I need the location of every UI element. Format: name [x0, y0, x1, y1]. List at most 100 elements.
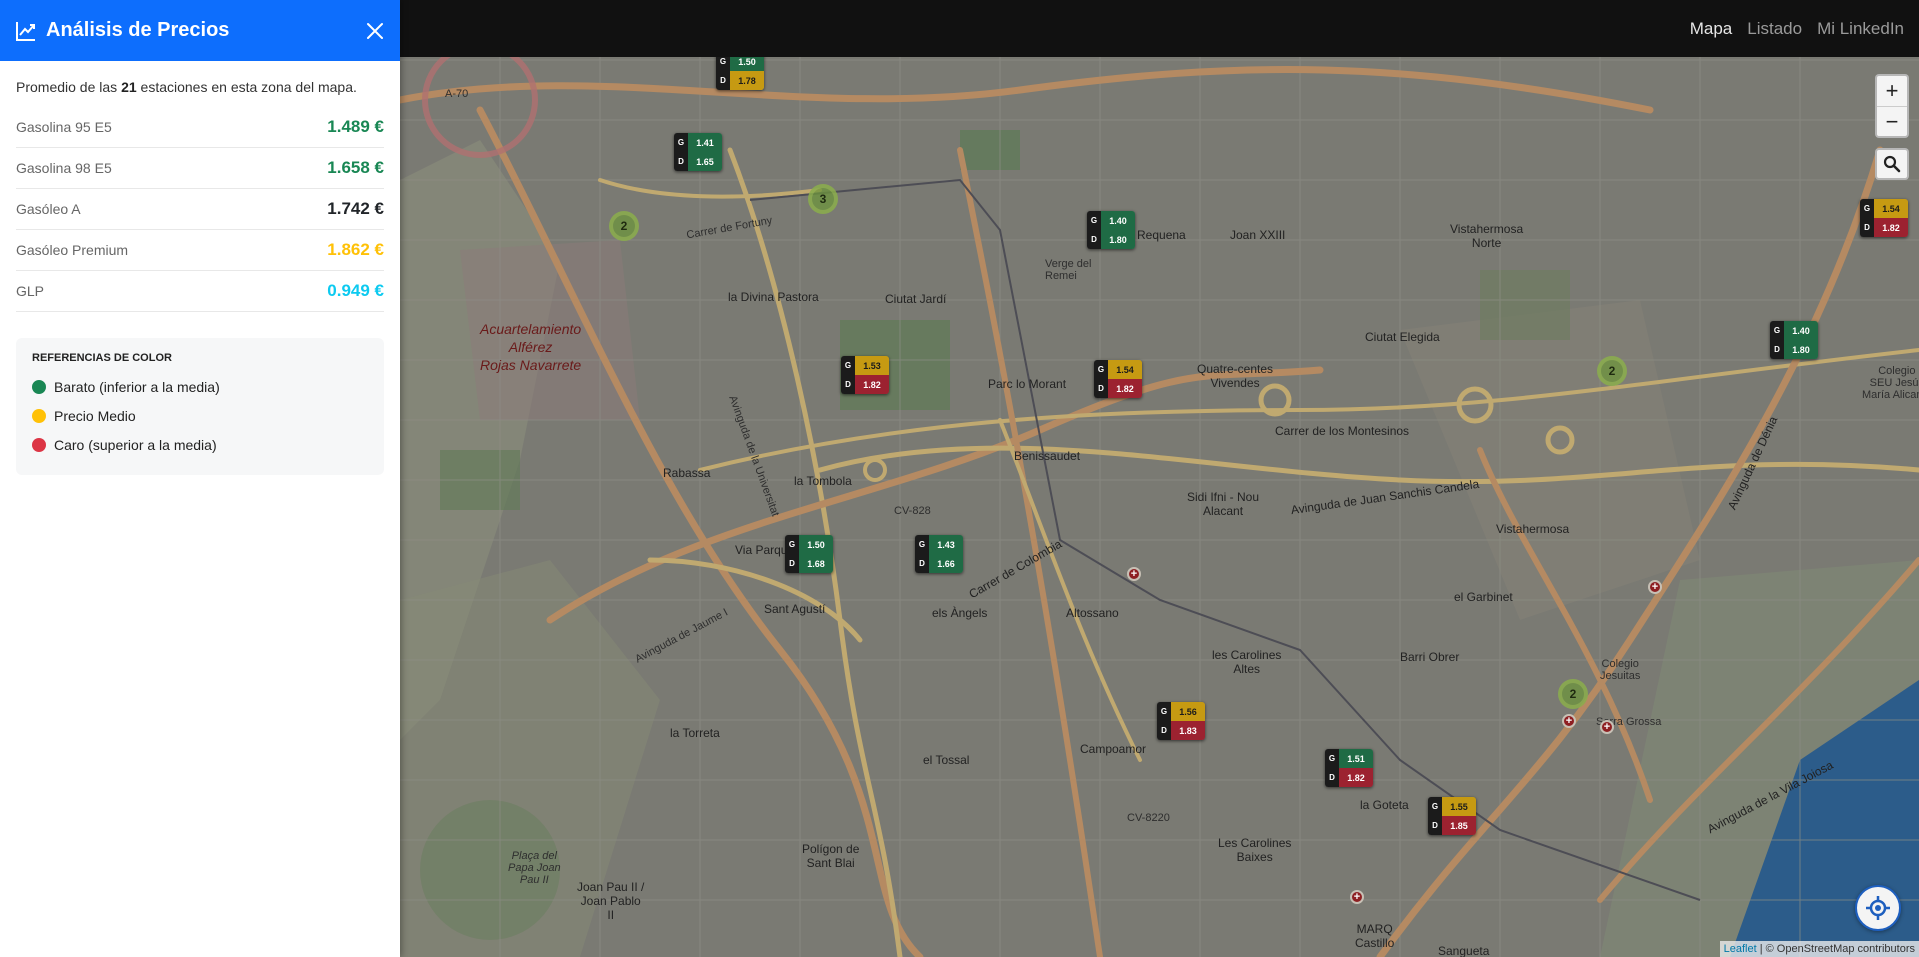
fuel-name: Gasóleo A [16, 201, 81, 217]
map-label: Verge del Remei [1045, 258, 1092, 282]
locate-icon [1866, 896, 1890, 920]
map-label: Acuartelamiento Alférez Rojas Navarrete [480, 321, 582, 373]
app: Acuartelamiento Alférez Rojas Navarrete … [0, 0, 1919, 957]
cluster-marker[interactable]: 3 [808, 184, 838, 214]
fuel-row: Gasóleo Premium 1.862 € [16, 230, 384, 271]
station-marker[interactable]: G 1.50 D 1.68 [785, 535, 833, 573]
fuel-row: Gasolina 98 E5 1.658 € [16, 148, 384, 189]
station-marker[interactable]: G 1.53 D 1.82 [841, 356, 889, 394]
map-attribution: Leaflet | © OpenStreetMap contributors [1719, 941, 1919, 957]
cluster-marker[interactable]: 2 [609, 211, 639, 241]
station-marker[interactable]: G 1.54 D 1.82 [1094, 360, 1142, 398]
station-marker[interactable]: G 1.43 D 1.66 [915, 535, 963, 573]
map-label: Joan XXIII [1230, 228, 1286, 242]
station-marker[interactable]: G 1.55 D 1.85 [1428, 797, 1476, 835]
fuel-row: Gasóleo A 1.742 € [16, 189, 384, 230]
pharmacy-icon[interactable]: + [1648, 580, 1662, 594]
fuel-price: 1.658 € [327, 158, 384, 177]
legend-label: Caro (superior a la media) [54, 436, 217, 453]
fuel-row: GLP 0.949 € [16, 271, 384, 312]
map-label: Les Carolines Baixes [1218, 836, 1292, 864]
legend-item: Caro (superior a la media) [32, 430, 368, 459]
station-marker[interactable]: G 1.41 D 1.65 [674, 133, 722, 171]
close-icon [367, 22, 383, 39]
map-label: Sangueta [1438, 944, 1490, 957]
color-legend: REFERENCIAS DE COLOR Barato (inferior a … [16, 338, 384, 475]
map-label: Rabassa [663, 466, 711, 480]
search-icon [1883, 155, 1901, 173]
legend-dot [32, 408, 46, 423]
fuel-price: 1.489 € [327, 117, 384, 136]
map-label: la Torreta [670, 726, 720, 740]
locate-button[interactable] [1855, 885, 1901, 931]
map-label: Vistahermosa Norte [1450, 222, 1524, 250]
cluster-marker[interactable]: 2 [1597, 356, 1627, 386]
station-marker[interactable]: G 1.56 D 1.83 [1157, 702, 1205, 740]
fuel-name: Gasóleo Premium [16, 242, 129, 258]
pharmacy-icon[interactable]: + [1350, 890, 1364, 904]
legend-label: Precio Medio [54, 407, 136, 424]
map-label: els Àngels [932, 606, 988, 620]
map-label: Campoamor [1080, 742, 1147, 756]
map-label: el Garbinet [1454, 590, 1513, 604]
map-label: Carrer de los Montesinos [1275, 424, 1410, 438]
pharmacy-icon[interactable]: + [1127, 567, 1141, 581]
map-label: la Tombola [794, 474, 852, 488]
map-label: Sidi Ifni - Nou Alacant [1187, 490, 1260, 518]
nav-link-linkedin[interactable]: Mi LinkedIn [1817, 19, 1904, 39]
chart-line-icon [16, 21, 35, 41]
fuel-price-list: Gasolina 95 E5 1.489 € Gasolina 98 E5 1.… [0, 107, 400, 312]
map-label: Polígon de Sant Blai [802, 842, 860, 870]
map-label: CV-828 [894, 505, 931, 517]
zoom-in-button[interactable]: + [1877, 76, 1907, 106]
price-analysis-panel: Análisis de Precios Promedio de las 21 e… [0, 0, 400, 957]
close-button[interactable] [366, 22, 384, 40]
legend-item: Barato (inferior a la media) [32, 372, 368, 401]
fuel-name: Gasolina 98 E5 [16, 160, 112, 176]
station-marker[interactable]: G 1.51 D 1.82 [1325, 749, 1373, 787]
leaflet-link[interactable]: Leaflet [1724, 943, 1757, 955]
station-marker[interactable]: G 1.54 D 1.82 [1860, 199, 1908, 237]
zoom-control: + − [1875, 74, 1909, 138]
map-label: Joan Pau II / Joan Pablo II [577, 880, 645, 922]
map-label: Sant Agustí [764, 602, 826, 616]
pharmacy-icon[interactable]: + [1562, 714, 1576, 728]
cluster-marker[interactable]: 2 [1558, 679, 1588, 709]
station-marker[interactable]: G 1.40 D 1.80 [1087, 211, 1135, 249]
station-marker[interactable]: G 1.40 D 1.80 [1770, 321, 1818, 359]
map-label: A-70 [445, 88, 469, 100]
map-label: Colegio SEU Jesús María Alicante [1862, 365, 1919, 401]
map-label: CV-8220 [1127, 812, 1170, 824]
map-label: Altossano [1066, 606, 1119, 620]
station-marker[interactable]: G 1.50 D 1.78 [716, 52, 764, 90]
nav-link-listado[interactable]: Listado [1747, 19, 1802, 39]
map-label: Plaça del Papa Joan Pau II [508, 850, 561, 886]
map-label: Benissaudet [1014, 449, 1081, 463]
map[interactable]: Acuartelamiento Alférez Rojas Navarrete … [400, 0, 1919, 957]
pharmacy-icon[interactable]: + [1600, 720, 1614, 734]
summary-suffix: estaciones en esta zona del mapa. [140, 79, 357, 95]
panel-summary: Promedio de las 21 estaciones en esta zo… [0, 61, 400, 107]
map-label: Vistahermosa [1496, 522, 1570, 536]
fuel-price: 1.862 € [327, 240, 384, 259]
summary-prefix: Promedio de las [16, 79, 118, 95]
attribution-text: | © OpenStreetMap contributors [1759, 943, 1915, 955]
fuel-name: Gasolina 95 E5 [16, 119, 112, 135]
map-label: Colegio Jesuitas [1600, 658, 1641, 682]
fuel-name: GLP [16, 283, 45, 299]
map-label: Ciutat Elegida [1365, 330, 1440, 344]
map-label: Parc lo Morant [988, 377, 1067, 391]
legend-dot [32, 437, 46, 452]
fuel-price: 1.742 € [327, 199, 384, 218]
map-label: la Divina Pastora [728, 290, 819, 304]
map-label: Requena [1137, 228, 1186, 242]
legend-title: REFERENCIAS DE COLOR [32, 352, 172, 364]
map-label: Barri Obrer [1400, 650, 1460, 664]
top-navbar: Mapa Listado Mi LinkedIn [400, 0, 1919, 57]
zoom-out-button[interactable]: − [1877, 106, 1907, 136]
legend-item: Precio Medio [32, 401, 368, 430]
map-search-button[interactable] [1875, 148, 1909, 180]
nav-links: Mapa Listado Mi LinkedIn [1690, 19, 1904, 39]
legend-label: Barato (inferior a la media) [54, 378, 220, 395]
nav-link-mapa[interactable]: Mapa [1690, 19, 1733, 39]
